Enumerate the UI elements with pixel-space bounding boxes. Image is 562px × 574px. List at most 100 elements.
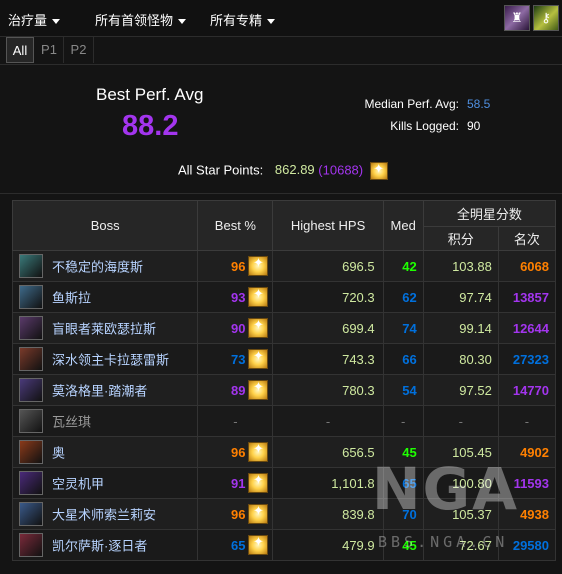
- boss-name[interactable]: 深水领主卡拉瑟雷斯: [52, 353, 169, 368]
- boss-cell: 奥: [11, 436, 199, 468]
- table-row[interactable]: 凯尔萨斯·逐日者 65 479.94572.6729580: [11, 529, 557, 561]
- all-star-points-cell: 97.52: [422, 374, 499, 406]
- all-star-rank-cell: 11593: [497, 467, 557, 499]
- boss-filter-label: 所有首领怪物: [95, 13, 174, 28]
- star-icon: [369, 161, 388, 180]
- table-row[interactable]: 鱼斯拉 93 720.36297.7413857: [11, 281, 557, 313]
- all-star-points-value: 862.89: [274, 162, 315, 178]
- median-percent: 45: [382, 436, 424, 468]
- metric-filter-label: 治疗量: [8, 13, 48, 28]
- all-star-points-cell: 100.80: [422, 467, 499, 499]
- boss-filter-dropdown[interactable]: 所有首领怪物: [95, 10, 187, 29]
- table-row[interactable]: 不稳定的海度斯 96 696.542103.886068: [11, 250, 557, 282]
- table-row[interactable]: 大星术师索兰莉安 96 839.870105.374938: [11, 498, 557, 530]
- boss-name[interactable]: 不稳定的海度斯: [52, 260, 143, 275]
- key-icon[interactable]: ⚷: [533, 5, 559, 31]
- table-row[interactable]: 瓦丝琪 - - - - -: [11, 405, 557, 437]
- table-row[interactable]: 深水领主卡拉瑟雷斯 73 743.36680.3027323: [11, 343, 557, 375]
- highest-hps: 696.5: [272, 250, 384, 282]
- highest-hps: 780.3: [272, 374, 384, 406]
- col-median[interactable]: Med: [382, 200, 424, 251]
- best-percent-cell: 93: [197, 281, 274, 313]
- median-percent: 66: [382, 343, 424, 375]
- boss-cell: 不稳定的海度斯: [11, 250, 199, 282]
- col-points[interactable]: 积分: [422, 226, 499, 251]
- kills-logged-value: 90: [467, 119, 481, 133]
- best-percent-cell: 91: [197, 467, 274, 499]
- boss-name[interactable]: 大星术师索兰莉安: [52, 508, 156, 523]
- table-row[interactable]: 莫洛格里·踏潮者 89 780.35497.5214770: [11, 374, 557, 406]
- table-row[interactable]: 盲眼者莱欧瑟拉斯 90 699.47499.1412644: [11, 312, 557, 344]
- filter-bar: 治疗量 所有首领怪物 所有专精 ♜ ⚷: [0, 0, 562, 37]
- boss-name[interactable]: 鱼斯拉: [52, 291, 91, 306]
- all-star-paren-close: ): [358, 162, 364, 178]
- table-row[interactable]: 空灵机甲 91 1,101.865100.8011593: [11, 467, 557, 499]
- all-star-points-total: 10688: [322, 162, 359, 178]
- boss-name[interactable]: 盲眼者莱欧瑟拉斯: [52, 322, 156, 337]
- median-percent: 62: [382, 281, 424, 313]
- best-percent: 96: [230, 506, 246, 522]
- col-best-percent[interactable]: Best %: [197, 200, 274, 251]
- star-icon: [248, 317, 269, 338]
- highest-hps: 839.8: [272, 498, 384, 530]
- col-boss[interactable]: Boss: [11, 200, 199, 251]
- boss-cell: 瓦丝琪: [11, 405, 199, 437]
- boss-cell: 凯尔萨斯·逐日者: [11, 529, 199, 561]
- all-star-points-cell: 105.37: [422, 498, 499, 530]
- col-all-star-score: 全明星分数: [422, 200, 557, 227]
- all-star-rank-cell: 4902: [497, 436, 557, 468]
- star-icon: [248, 503, 269, 524]
- alar-icon: [19, 440, 43, 464]
- col-rank[interactable]: 名次: [497, 226, 557, 251]
- median-perf-value: 58.5: [467, 97, 491, 111]
- metric-filter-dropdown[interactable]: 治疗量: [8, 10, 61, 29]
- all-star-rank-cell: 14770: [497, 374, 557, 406]
- all-star-rank-cell: 29580: [497, 529, 557, 561]
- best-percent-cell: 96: [197, 250, 274, 282]
- highest-hps: 479.9: [272, 529, 384, 561]
- boss-cell: 鱼斯拉: [11, 281, 199, 313]
- median-percent: 42: [382, 250, 424, 282]
- highest-hps: 656.5: [272, 436, 384, 468]
- class-spec-icon[interactable]: ♜: [504, 5, 530, 31]
- star-icon: [248, 255, 269, 276]
- best-percent: 96: [230, 258, 246, 274]
- boss-rankings-table: Boss Best % Highest HPS Med 全明星分数 积分 名次 …: [11, 200, 557, 561]
- lurker-icon: [19, 285, 43, 309]
- tab-p1[interactable]: P1: [35, 37, 64, 63]
- highest-hps: 743.3: [272, 343, 384, 375]
- tab-p2[interactable]: P2: [64, 37, 94, 63]
- boss-cell: 盲眼者莱欧瑟拉斯: [11, 312, 199, 344]
- spec-filter-dropdown[interactable]: 所有专精: [210, 10, 276, 29]
- all-star-points-cell: 97.74: [422, 281, 499, 313]
- boss-cell: 深水领主卡拉瑟雷斯: [11, 343, 199, 375]
- boss-name[interactable]: 凯尔萨斯·逐日者: [52, 539, 147, 554]
- col-highest-hps[interactable]: Highest HPS: [272, 200, 384, 251]
- median-percent: 65: [382, 467, 424, 499]
- star-icon: [248, 286, 269, 307]
- table-row[interactable]: 奥 96 656.545105.454902: [11, 436, 557, 468]
- boss-name[interactable]: 奥: [52, 446, 65, 461]
- voidreaver-icon: [19, 471, 43, 495]
- boss-name[interactable]: 空灵机甲: [52, 477, 104, 492]
- best-perf-avg-value: 88.2: [122, 110, 179, 142]
- all-star-points-cell: 103.88: [422, 250, 499, 282]
- karathress-icon: [19, 347, 43, 371]
- leotheras-icon: [19, 316, 43, 340]
- chevron-down-icon: [52, 19, 61, 25]
- boss-cell: 大星术师索兰莉安: [11, 498, 199, 530]
- median-percent: -: [382, 405, 424, 437]
- best-percent-cell: 96: [197, 498, 274, 530]
- best-percent: 91: [230, 475, 246, 491]
- all-star-points: All Star Points: 862.89 (10688): [178, 161, 388, 180]
- tab-all[interactable]: All: [6, 37, 34, 63]
- all-star-rank-cell: 27323: [497, 343, 557, 375]
- best-percent: 89: [230, 382, 246, 398]
- star-icon: [248, 534, 269, 555]
- chevron-down-icon: [267, 19, 276, 25]
- boss-name[interactable]: 莫洛格里·踏潮者: [52, 384, 147, 399]
- all-star-rank-cell: -: [497, 405, 557, 437]
- boss-cell: 空灵机甲: [11, 467, 199, 499]
- boss-name[interactable]: 瓦丝琪: [52, 415, 91, 430]
- best-percent-cell: 90: [197, 312, 274, 344]
